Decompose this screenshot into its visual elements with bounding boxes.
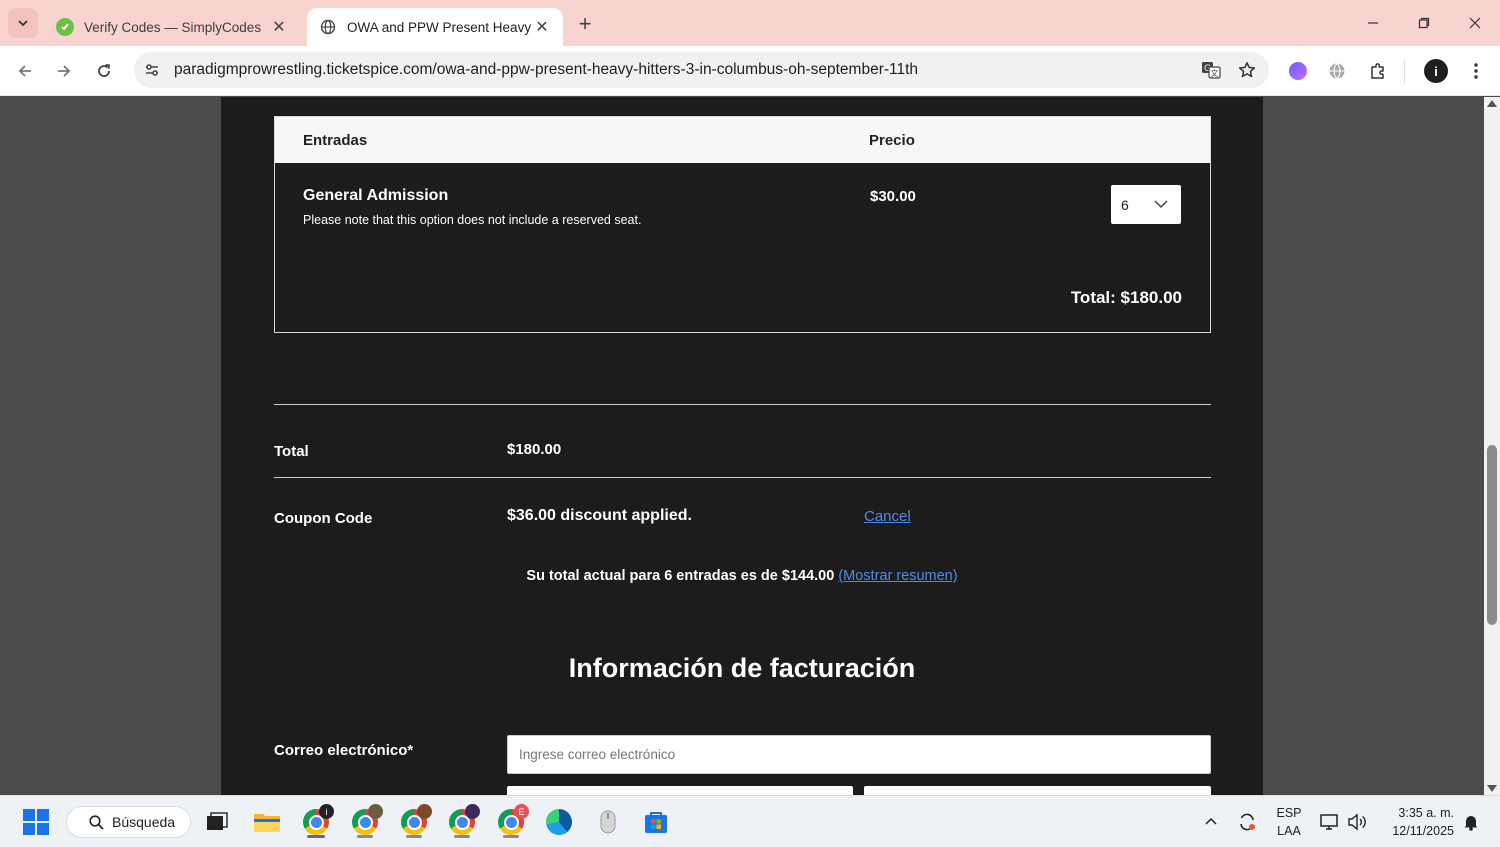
web-page: Entradas Precio General Admission Please…: [0, 97, 1484, 795]
email-label: Correo electrónico*: [274, 742, 414, 759]
chevron-down-icon: [18, 20, 28, 27]
ticket-note: Please note that this option does not in…: [303, 213, 642, 227]
microsoft-store-icon[interactable]: [638, 804, 674, 840]
taskbar-search[interactable]: Búsqueda: [66, 806, 191, 838]
task-view-icon[interactable]: [199, 804, 235, 840]
show-summary-link[interactable]: (Mostrar resumen): [838, 568, 957, 584]
chrome-profile-2-icon[interactable]: [347, 804, 383, 840]
quantity-value: 6: [1121, 196, 1129, 213]
translate-icon[interactable]: G文: [1197, 56, 1225, 84]
total-label: Total: [274, 443, 309, 460]
globe-icon: [319, 18, 337, 36]
clock-time: 3:35 a. m.: [1398, 806, 1454, 820]
browser-tab-bar: Verify Codes — SimplyCodes ✕ OWA and PPW…: [0, 0, 1500, 46]
file-explorer-icon[interactable]: [249, 804, 285, 840]
current-total-text: Su total actual para 6 entradas es de: [526, 568, 778, 584]
current-total-value: $144.00: [781, 568, 835, 584]
chrome-profile-5-icon[interactable]: E: [493, 804, 529, 840]
windows-logo-icon: [23, 809, 49, 835]
volume-icon[interactable]: [1345, 796, 1369, 847]
ticket-price: $30.00: [870, 188, 916, 205]
system-clock[interactable]: 3:35 a. m. 12/11/2025: [1380, 796, 1454, 847]
more-menu-icon[interactable]: [1461, 56, 1491, 86]
reload-icon: [98, 64, 110, 77]
tab-title: Verify Codes — SimplyCodes: [84, 19, 262, 35]
search-icon: [89, 814, 104, 830]
billing-title: Información de facturación: [568, 653, 916, 683]
ticket-name: General Admission: [303, 187, 449, 204]
tickets-table-header: Entradas Precio: [275, 117, 1210, 163]
tab-ticketspice[interactable]: OWA and PPW Present Heavy Hitters ✕: [307, 8, 563, 46]
windows-taskbar: Búsqueda i E ESP LAA 3:35 a. m. 12/11/20…: [0, 795, 1500, 847]
close-tab-icon[interactable]: ✕: [533, 18, 551, 36]
tab-search-button[interactable]: [8, 8, 38, 38]
simplycodes-favicon-icon: [56, 18, 74, 36]
tab-simplycodes[interactable]: Verify Codes — SimplyCodes ✕: [44, 8, 300, 46]
search-label: Búsqueda: [112, 814, 176, 830]
arrow-right-icon: [58, 65, 71, 77]
svg-text:文: 文: [1211, 68, 1219, 78]
ticket-total: Total: $180.00: [1070, 288, 1182, 307]
site-info-icon[interactable]: [140, 58, 164, 82]
scroll-up-arrow-icon[interactable]: [1487, 100, 1497, 107]
clock-date: 12/11/2025: [1392, 824, 1454, 838]
chrome-profile-4-icon[interactable]: [444, 804, 480, 840]
coupon-value: $36.00 discount applied.: [507, 507, 692, 524]
language-indicator[interactable]: ESP LAA: [1270, 796, 1308, 847]
close-window-button[interactable]: [1452, 8, 1498, 38]
column-header-price: Precio: [869, 132, 915, 149]
language-code: ESP: [1276, 806, 1302, 820]
current-total-line: Su total actual para 6 entradas es de $1…: [221, 568, 1263, 584]
quantity-select[interactable]: 6: [1111, 185, 1181, 224]
arrow-left-icon: [18, 65, 31, 77]
extensions-puzzle-icon[interactable]: [1363, 56, 1393, 86]
restore-button[interactable]: [1401, 8, 1447, 38]
url-text: paradigmprowrestling.ticketspice.com/owa…: [174, 61, 919, 78]
notifications-bell-icon[interactable]: [1460, 796, 1482, 847]
total-value: $180.00: [507, 441, 562, 458]
tickets-table: Entradas Precio General Admission Please…: [274, 116, 1211, 333]
bookmark-star-icon[interactable]: [1233, 56, 1261, 84]
scroll-down-arrow-icon[interactable]: [1487, 785, 1497, 792]
toolbar-divider: [1404, 59, 1405, 83]
back-button[interactable]: [11, 57, 39, 85]
last-name-field[interactable]: [864, 786, 1211, 795]
sync-icon[interactable]: [1234, 796, 1260, 847]
tab-title: OWA and PPW Present Heavy Hitters: [347, 19, 533, 35]
show-hidden-icons-chevron-icon[interactable]: [1199, 796, 1223, 847]
page-scrollbar[interactable]: [1484, 97, 1500, 795]
divider: [274, 477, 1211, 478]
forward-button[interactable]: [50, 57, 78, 85]
minimize-button[interactable]: [1350, 8, 1396, 38]
first-name-field[interactable]: [507, 786, 853, 795]
chevron-down-icon: [1154, 200, 1168, 209]
checkout-panel: Entradas Precio General Admission Please…: [221, 97, 1263, 795]
address-bar[interactable]: paradigmprowrestling.ticketspice.com/owa…: [134, 52, 1269, 88]
coupon-label: Coupon Code: [274, 510, 373, 527]
divider: [274, 404, 1211, 405]
mouse-app-icon[interactable]: [590, 804, 626, 840]
vpn-globe-icon[interactable]: [1322, 56, 1352, 86]
start-button[interactable]: [18, 804, 54, 840]
browser-toolbar: paradigmprowrestling.ticketspice.com/owa…: [0, 46, 1500, 96]
reload-button[interactable]: [90, 57, 118, 85]
chrome-profile-3-icon[interactable]: [396, 804, 432, 840]
copilot-extension-icon[interactable]: [1283, 56, 1313, 86]
keyboard-layout: LAA: [1277, 824, 1301, 838]
column-header-tickets: Entradas: [303, 132, 368, 149]
chrome-profile-1-icon[interactable]: i: [298, 804, 334, 840]
new-tab-button[interactable]: +: [572, 11, 598, 37]
cancel-coupon-link[interactable]: Cancel: [864, 508, 911, 525]
profile-avatar[interactable]: i: [1421, 56, 1451, 86]
network-icon[interactable]: [1318, 796, 1342, 847]
scrollbar-thumb[interactable]: [1487, 445, 1497, 625]
close-tab-icon[interactable]: ✕: [270, 18, 288, 36]
edge-browser-icon[interactable]: [541, 804, 577, 840]
email-field[interactable]: [507, 735, 1211, 774]
